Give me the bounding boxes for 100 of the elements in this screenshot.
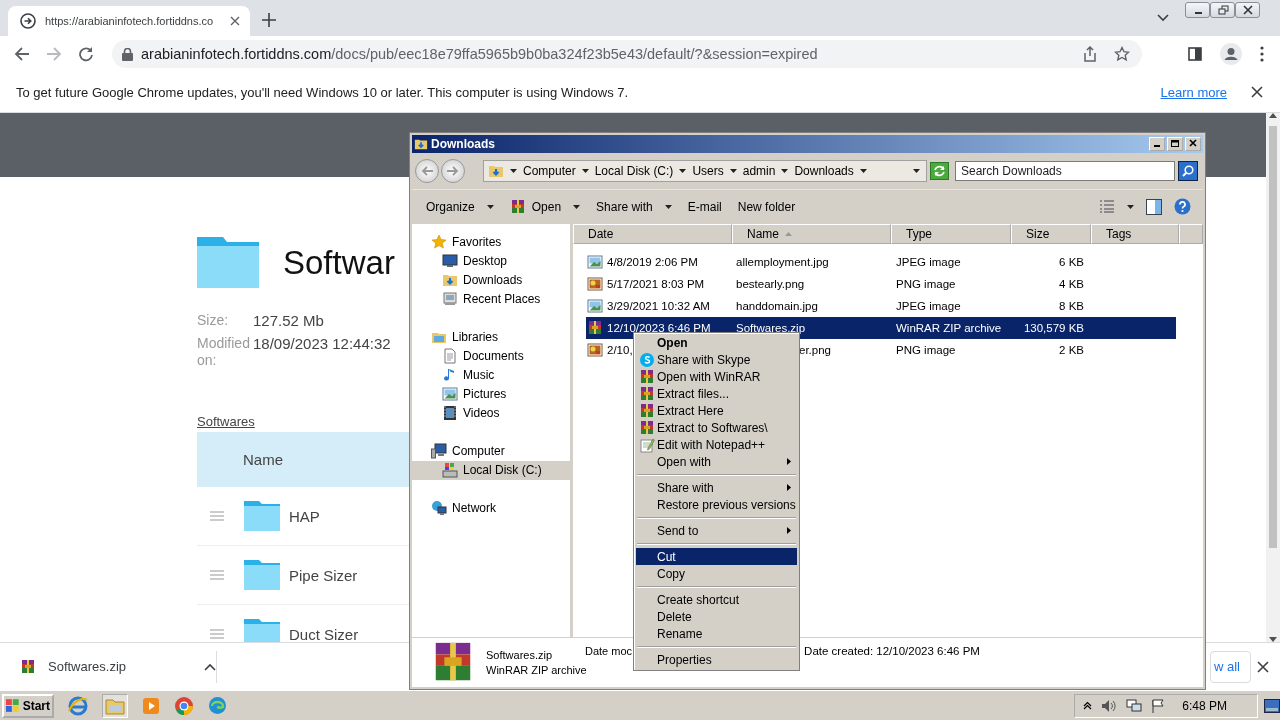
column-header[interactable]: Size [1011,223,1091,244]
scroll-up-icon[interactable] [1269,113,1277,118]
column-header[interactable]: Tags [1091,223,1179,244]
nav-item[interactable]: Videos [412,403,570,423]
menu-item[interactable]: Copy [636,565,797,582]
nav-item[interactable]: Desktop [412,251,570,271]
breadcrumb-link[interactable]: Softwares [197,414,255,429]
menu-item[interactable]: Properties [636,651,797,668]
drag-handle-icon[interactable] [210,511,224,521]
back-icon[interactable] [14,46,30,62]
forward-button[interactable] [441,158,465,183]
dropdown-arrow-icon[interactable] [729,168,737,173]
drag-handle-icon[interactable] [210,629,224,639]
menu-item[interactable]: Rename [636,625,797,642]
menu-item[interactable]: Restore previous versions [636,496,797,513]
command-button[interactable]: New folder [731,194,802,219]
close-icon[interactable] [1241,5,1254,15]
nav-item[interactable]: Downloads [412,270,570,290]
close-icon[interactable] [230,16,240,26]
restore-button[interactable] [1210,2,1235,18]
side-panel-icon[interactable] [1188,47,1202,61]
caret-up-icon[interactable] [204,662,216,671]
new-tab-icon[interactable] [262,13,276,27]
address-box[interactable]: Computer Local Disk (C:) Users admin Downloads [483,159,927,182]
star-outline-icon[interactable] [1114,46,1130,62]
dropdown-arrow-icon[interactable] [679,168,687,173]
menu-item[interactable]: Open with [636,453,797,470]
caret-up-icon[interactable] [1083,701,1093,710]
forward-arrow-icon[interactable] [447,165,459,176]
browser-icon[interactable] [68,695,88,716]
menu-item[interactable]: Open with WinRAR [636,368,797,385]
dropdown-arrow-icon[interactable] [664,204,672,209]
dropdown-arrow-icon[interactable] [781,168,789,173]
command-button[interactable]: Organize [420,194,500,219]
speaker-icon[interactable] [1101,698,1118,713]
breadcrumb-item[interactable]: Local Disk (C:) [594,163,674,178]
breadcrumb-item[interactable]: Users [692,163,724,178]
show-all-button[interactable]: w all [1210,650,1251,683]
share-icon[interactable] [1082,46,1098,62]
menu-item[interactable]: Extract files... [636,385,797,402]
command-button[interactable]: E-mail [681,194,728,219]
folder-name[interactable]: HAP [289,507,320,525]
breadcrumb-item[interactable]: admin [742,163,776,178]
learn-more-link[interactable]: Learn more [1160,84,1227,100]
selected-file-row[interactable]: 12/10/2023 6:46 PM Softwares.zip WinRAR ZIP archive 130,579 KB [586,316,1176,339]
close-icon[interactable] [1251,86,1263,98]
column-header[interactable]: Name [732,223,891,244]
restore-icon[interactable] [1216,5,1229,15]
command-button[interactable]: Open [503,194,587,219]
menu-item[interactable]: Extract Here [636,402,797,419]
nav-item[interactable]: Music [412,365,570,385]
profile-icon[interactable] [1220,43,1242,65]
reload-icon[interactable] [78,46,94,62]
command-button[interactable]: Share with [590,194,678,219]
minimize-button[interactable] [1185,2,1210,18]
preview-pane-icon[interactable] [1146,198,1162,215]
nav-item[interactable]: Local Disk (C:) [412,460,570,480]
scrollbar[interactable] [1266,113,1280,642]
network-icon[interactable] [1126,698,1143,713]
menu-item[interactable]: Cut [636,548,797,565]
drag-handle-icon[interactable] [210,570,224,580]
menu-item[interactable]: Create shortcut [636,591,797,608]
history-dropdown-icon[interactable] [913,168,920,173]
show-desktop-icon[interactable] [1264,698,1280,713]
chevron-down-icon[interactable] [1157,14,1169,22]
scroll-down-icon[interactable] [1269,637,1277,642]
dropdown-arrow-icon[interactable] [859,168,867,173]
browser-tab[interactable]: https://arabianinfotech.fortiddns.co [8,6,250,36]
dropdown-arrow-icon[interactable] [573,204,581,209]
back-button[interactable] [415,158,439,183]
download-item[interactable]: Softwares.zip [0,658,216,675]
close-icon[interactable] [1257,660,1269,673]
breadcrumb-item[interactable]: Computer [523,163,576,178]
menu-item[interactable]: Delete [636,608,797,625]
breadcrumb-item[interactable]: Downloads [794,163,854,178]
menu-icon[interactable] [1260,46,1264,62]
nav-item[interactable]: Libraries [412,327,570,347]
menu-item[interactable]: Share with Skype [636,351,797,368]
help-icon[interactable] [1174,198,1191,216]
nav-item[interactable]: Documents [412,346,570,366]
browser-icon[interactable] [174,695,194,716]
menu-item[interactable]: Send to [636,522,797,539]
close-button[interactable] [1235,2,1260,18]
folder-name[interactable]: Pipe Sizer [289,566,358,584]
dropdown-arrow-icon[interactable] [486,204,494,209]
view-dropdown-icon[interactable] [1127,204,1134,209]
dropdown-arrow-icon[interactable] [581,168,589,173]
nav-item[interactable]: Recent Places [412,289,570,309]
nav-item[interactable]: Favorites [412,232,570,252]
address-bar[interactable]: arabianinfotech.fortiddns.com/docs/pub/eec18e79ffa5965b9b0ba324f23b5e43/default/?&session=expired [112,40,1142,68]
nav-item[interactable]: Network [412,498,570,518]
nav-item[interactable]: Pictures [412,384,570,404]
search-field[interactable]: Search Downloads [955,160,1175,181]
back-arrow-icon[interactable] [421,165,433,176]
menu-item[interactable]: Edit with Notepad++ [636,436,797,453]
column-header[interactable]: Date [573,223,732,244]
folder-name[interactable]: Duct Sizer [289,625,359,642]
start-button[interactable]: Start [2,693,54,718]
column-header[interactable]: Type [891,223,1011,244]
nav-item[interactable]: Computer [412,441,570,461]
